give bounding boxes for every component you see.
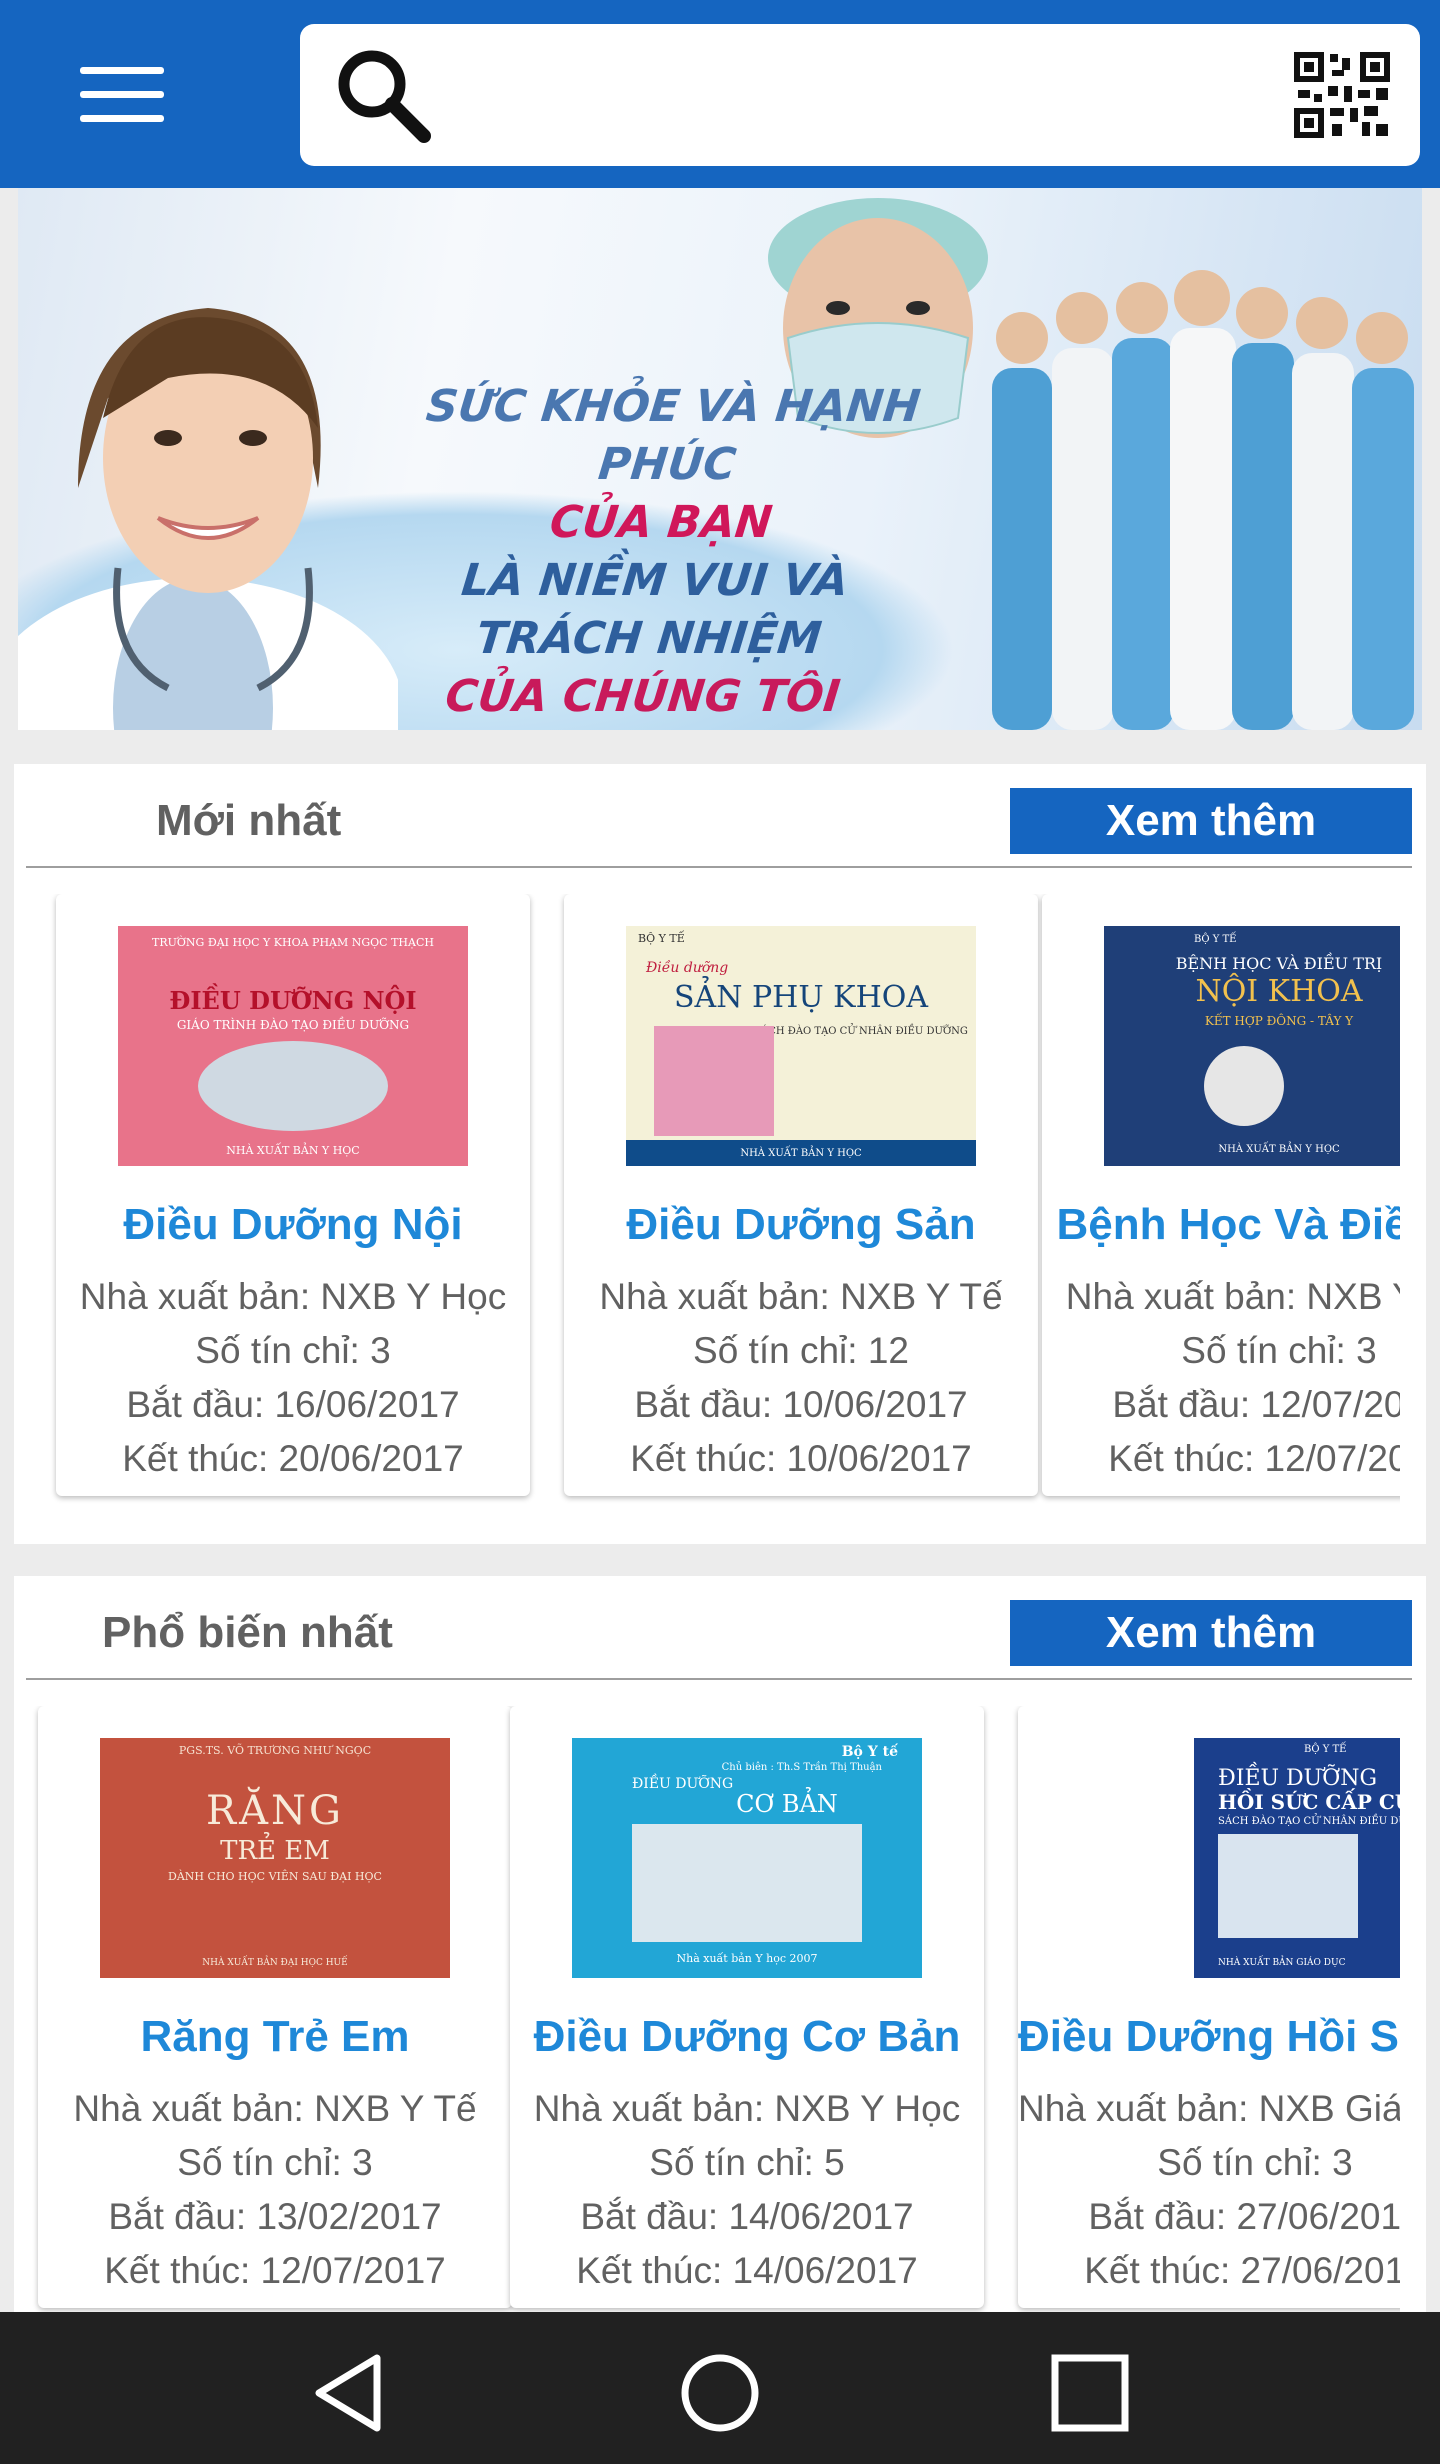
search-icon[interactable]: [328, 40, 438, 150]
banner-line-1: SỨC KHỎE VÀ HẠNH PHÚC: [423, 381, 923, 490]
course-title[interactable]: Điều Dưỡng Sản: [564, 1200, 1038, 1250]
course-credits: Số tín chỉ: 3: [177, 2142, 373, 2183]
home-circle-icon[interactable]: [675, 2348, 765, 2438]
cover-kicker: TRẺ EM: [220, 1836, 330, 1866]
cover-publisher: NHÀ XUẤT BẢN GIÁO DỤC: [1218, 1958, 1346, 1968]
banner-line-3: LÀ NIỀM VUI VÀ TRÁCH NHIỆM: [459, 555, 851, 664]
cover-top-text: BỘ Y TẾ: [1194, 934, 1237, 945]
cover-subtitle: Chủ biên : Th.S Trần Thị Thuận: [721, 1762, 882, 1773]
course-credits: Số tín chỉ: 12: [693, 1330, 909, 1371]
search-bar[interactable]: [300, 24, 1420, 166]
course-credits: Số tín chỉ: 3: [1157, 2142, 1353, 2183]
cover-subtitle: KẾT HỢP ĐÔNG - TÂY Y: [1204, 1014, 1354, 1028]
book-cover-image: BỘ Y TẾ Điều dưỡng SẢN PHỤ KHOA SÁCH ĐÀO…: [626, 926, 976, 1166]
banner-line-4: CỦA CHÚNG TÔI: [442, 671, 843, 722]
cover-publisher: NHÀ XUẤT BẢN Y HỌC: [226, 1144, 360, 1157]
cover-subtitle: DÀNH CHO HỌC VIÊN SAU ĐẠI HỌC: [168, 1870, 382, 1883]
course-credits: Số tín chỉ: 3: [1181, 1330, 1377, 1371]
course-start-date: Bắt đầu: 10/06/2017: [634, 1384, 968, 1425]
banner-line-2: CỦA BẠN: [547, 497, 775, 548]
course-start-date: Bắt đầu: 13/02/2017: [108, 2196, 442, 2237]
course-card[interactable]: Bộ Y tế Chủ biên : Th.S Trần Thị Thuận Đ…: [510, 1706, 984, 2308]
promo-banner[interactable]: SỨC KHỎE VÀ HẠNH PHÚC CỦA BẠN LÀ NIỀM VU…: [18, 188, 1422, 730]
cover-kicker: ĐIỀU DƯỠNG: [1218, 1766, 1378, 1791]
cover-title: SẢN PHỤ KHOA: [673, 980, 928, 1015]
section-newest: Mới nhất Xem thêm TRƯỜNG ĐẠI HỌC Y KHOA …: [14, 764, 1426, 1544]
course-end-date: Kết thúc: 27/06/2017: [1084, 2250, 1400, 2291]
course-title[interactable]: Bệnh Học Và Điều Trị: [1042, 1200, 1401, 1250]
cover-subtitle: GIÁO TRÌNH ĐÀO TẠO ĐIỀU DƯỠNG: [176, 1018, 410, 1032]
cover-title: RĂNG: [206, 1788, 344, 1834]
section-popular: Phổ biến nhất Xem thêm PGS.TS. VÕ TRƯƠNG…: [14, 1576, 1426, 2316]
qr-code-icon[interactable]: [1292, 50, 1392, 140]
book-cover-image: BỘ Y TẾ ĐIỀU DƯỠNG HỒI SỨC CẤP CỨU SÁCH …: [1194, 1738, 1400, 1978]
course-start-date: Bắt đầu: 27/06/2017: [1088, 2196, 1400, 2237]
medical-team-illustration: [992, 270, 1414, 730]
course-card[interactable]: TRƯỜNG ĐẠI HỌC Y KHOA PHẠM NGỌC THẠCH ĐI…: [56, 894, 530, 1496]
course-card[interactable]: BỘ Y TẾ BỆNH HỌC VÀ ĐIỀU TRỊ NỘI KHOA KẾ…: [1042, 894, 1400, 1496]
cover-kicker: BỆNH HỌC VÀ ĐIỀU TRỊ: [1175, 954, 1383, 973]
course-end-date: Kết thúc: 10/06/2017: [630, 1438, 972, 1479]
banner-slogan: SỨC KHỎE VÀ HẠNH PHÚC CỦA BẠN LÀ NIỀM VU…: [360, 378, 957, 726]
course-carousel[interactable]: TRƯỜNG ĐẠI HỌC Y KHOA PHẠM NGỌC THẠCH ĐI…: [14, 894, 1400, 1514]
cover-publisher: NHÀ XUẤT BẢN Y HỌC: [1218, 1144, 1340, 1155]
cover-top-text: TRƯỜNG ĐẠI HỌC Y KHOA PHẠM NGỌC THẠCH: [152, 936, 434, 949]
cover-publisher: Nhà xuất bản Y học 2007: [676, 1952, 818, 1965]
course-publisher: Nhà xuất bản: NXB Y Học: [1065, 1276, 1400, 1317]
section-title: Mới nhất: [156, 796, 342, 845]
course-end-date: Kết thúc: 14/06/2017: [576, 2250, 918, 2291]
course-publisher: Nhà xuất bản: NXB Y Tế: [599, 1276, 1003, 1317]
cover-title: NỘI KHOA: [1195, 974, 1363, 1009]
cover-subtitle: SÁCH ĐÀO TẠO CỬ NHÂN ĐIỀU DƯỠNG: [1218, 1816, 1400, 1827]
course-carousel[interactable]: PGS.TS. VÕ TRƯƠNG NHƯ NGỌC RĂNG TRẺ EM D…: [14, 1706, 1400, 2316]
app-header: [0, 0, 1440, 188]
book-cover-image: TRƯỜNG ĐẠI HỌC Y KHOA PHẠM NGỌC THẠCH ĐI…: [118, 926, 468, 1166]
course-title[interactable]: Điều Dưỡng Cơ Bản: [510, 2012, 984, 2062]
course-title[interactable]: Điều Dưỡng Nội: [56, 1200, 530, 1250]
course-start-date: Bắt đầu: 12/07/2017: [1112, 1384, 1400, 1425]
course-title[interactable]: Điều Dưỡng Hồi Sức Cấp Cứu: [1018, 2012, 1400, 2062]
course-publisher: Nhà xuất bản: NXB Y Học: [533, 2088, 961, 2129]
see-more-button[interactable]: Xem thêm: [1010, 788, 1412, 854]
course-card[interactable]: BỘ Y TẾ ĐIỀU DƯỠNG HỒI SỨC CẤP CỨU SÁCH …: [1018, 1706, 1400, 2308]
course-publisher: Nhà xuất bản: NXB Y Học: [79, 1276, 507, 1317]
cover-publisher: NHÀ XUẤT BẢN Y HỌC: [740, 1148, 862, 1159]
section-header: Phổ biến nhất Xem thêm: [26, 1576, 1412, 1680]
course-title[interactable]: Răng Trẻ Em: [38, 2012, 512, 2062]
cover-top-text: BỘ Y TẾ: [1304, 1744, 1347, 1755]
course-publisher: Nhà xuất bản: NXB Y Tế: [73, 2088, 477, 2129]
cover-top-text: Bộ Y tế: [841, 1744, 898, 1760]
cover-top-text: PGS.TS. VÕ TRƯƠNG NHƯ NGỌC: [178, 1744, 372, 1757]
back-triangle-icon[interactable]: [305, 2348, 395, 2438]
course-publisher: Nhà xuất bản: NXB Giáo Dục: [1018, 2088, 1400, 2129]
section-header: Mới nhất Xem thêm: [26, 764, 1412, 868]
book-cover-image: BỘ Y TẾ BỆNH HỌC VÀ ĐIỀU TRỊ NỘI KHOA KẾ…: [1104, 926, 1400, 1166]
course-end-date: Kết thúc: 12/07/2017: [104, 2250, 446, 2291]
course-credits: Số tín chỉ: 5: [649, 2142, 845, 2183]
course-card[interactable]: BỘ Y TẾ Điều dưỡng SẢN PHỤ KHOA SÁCH ĐÀO…: [564, 894, 1038, 1496]
section-title: Phổ biến nhất: [102, 1608, 393, 1657]
book-cover-image: PGS.TS. VÕ TRƯƠNG NHƯ NGỌC RĂNG TRẺ EM D…: [100, 1738, 450, 1978]
recents-square-icon[interactable]: [1045, 2348, 1135, 2438]
cover-title: CƠ BẢN: [736, 1790, 838, 1818]
course-start-date: Bắt đầu: 16/06/2017: [126, 1384, 460, 1425]
search-input[interactable]: [438, 45, 1292, 145]
course-start-date: Bắt đầu: 14/06/2017: [580, 2196, 914, 2237]
cover-title: ĐIỀU DƯỠNG NỘI: [169, 986, 417, 1015]
course-credits: Số tín chỉ: 3: [195, 1330, 391, 1371]
course-end-date: Kết thúc: 20/06/2017: [122, 1438, 464, 1479]
book-cover-image: Bộ Y tế Chủ biên : Th.S Trần Thị Thuận Đ…: [572, 1738, 922, 1978]
system-navigation-bar: [0, 2312, 1440, 2464]
hamburger-menu-icon[interactable]: [70, 55, 174, 135]
cover-title: HỒI SỨC CẤP CỨU: [1218, 1790, 1400, 1814]
cover-kicker: Điều dưỡng: [646, 960, 729, 976]
cover-publisher: NHÀ XUẤT BẢN ĐẠI HỌC HUẾ: [202, 1958, 348, 1968]
see-more-button[interactable]: Xem thêm: [1010, 1600, 1412, 1666]
nurse-illustration: [18, 308, 398, 730]
course-card[interactable]: PGS.TS. VÕ TRƯƠNG NHƯ NGỌC RĂNG TRẺ EM D…: [38, 1706, 512, 2308]
cover-top-text: BỘ Y TẾ: [638, 932, 685, 945]
course-end-date: Kết thúc: 12/07/2017: [1108, 1438, 1400, 1479]
